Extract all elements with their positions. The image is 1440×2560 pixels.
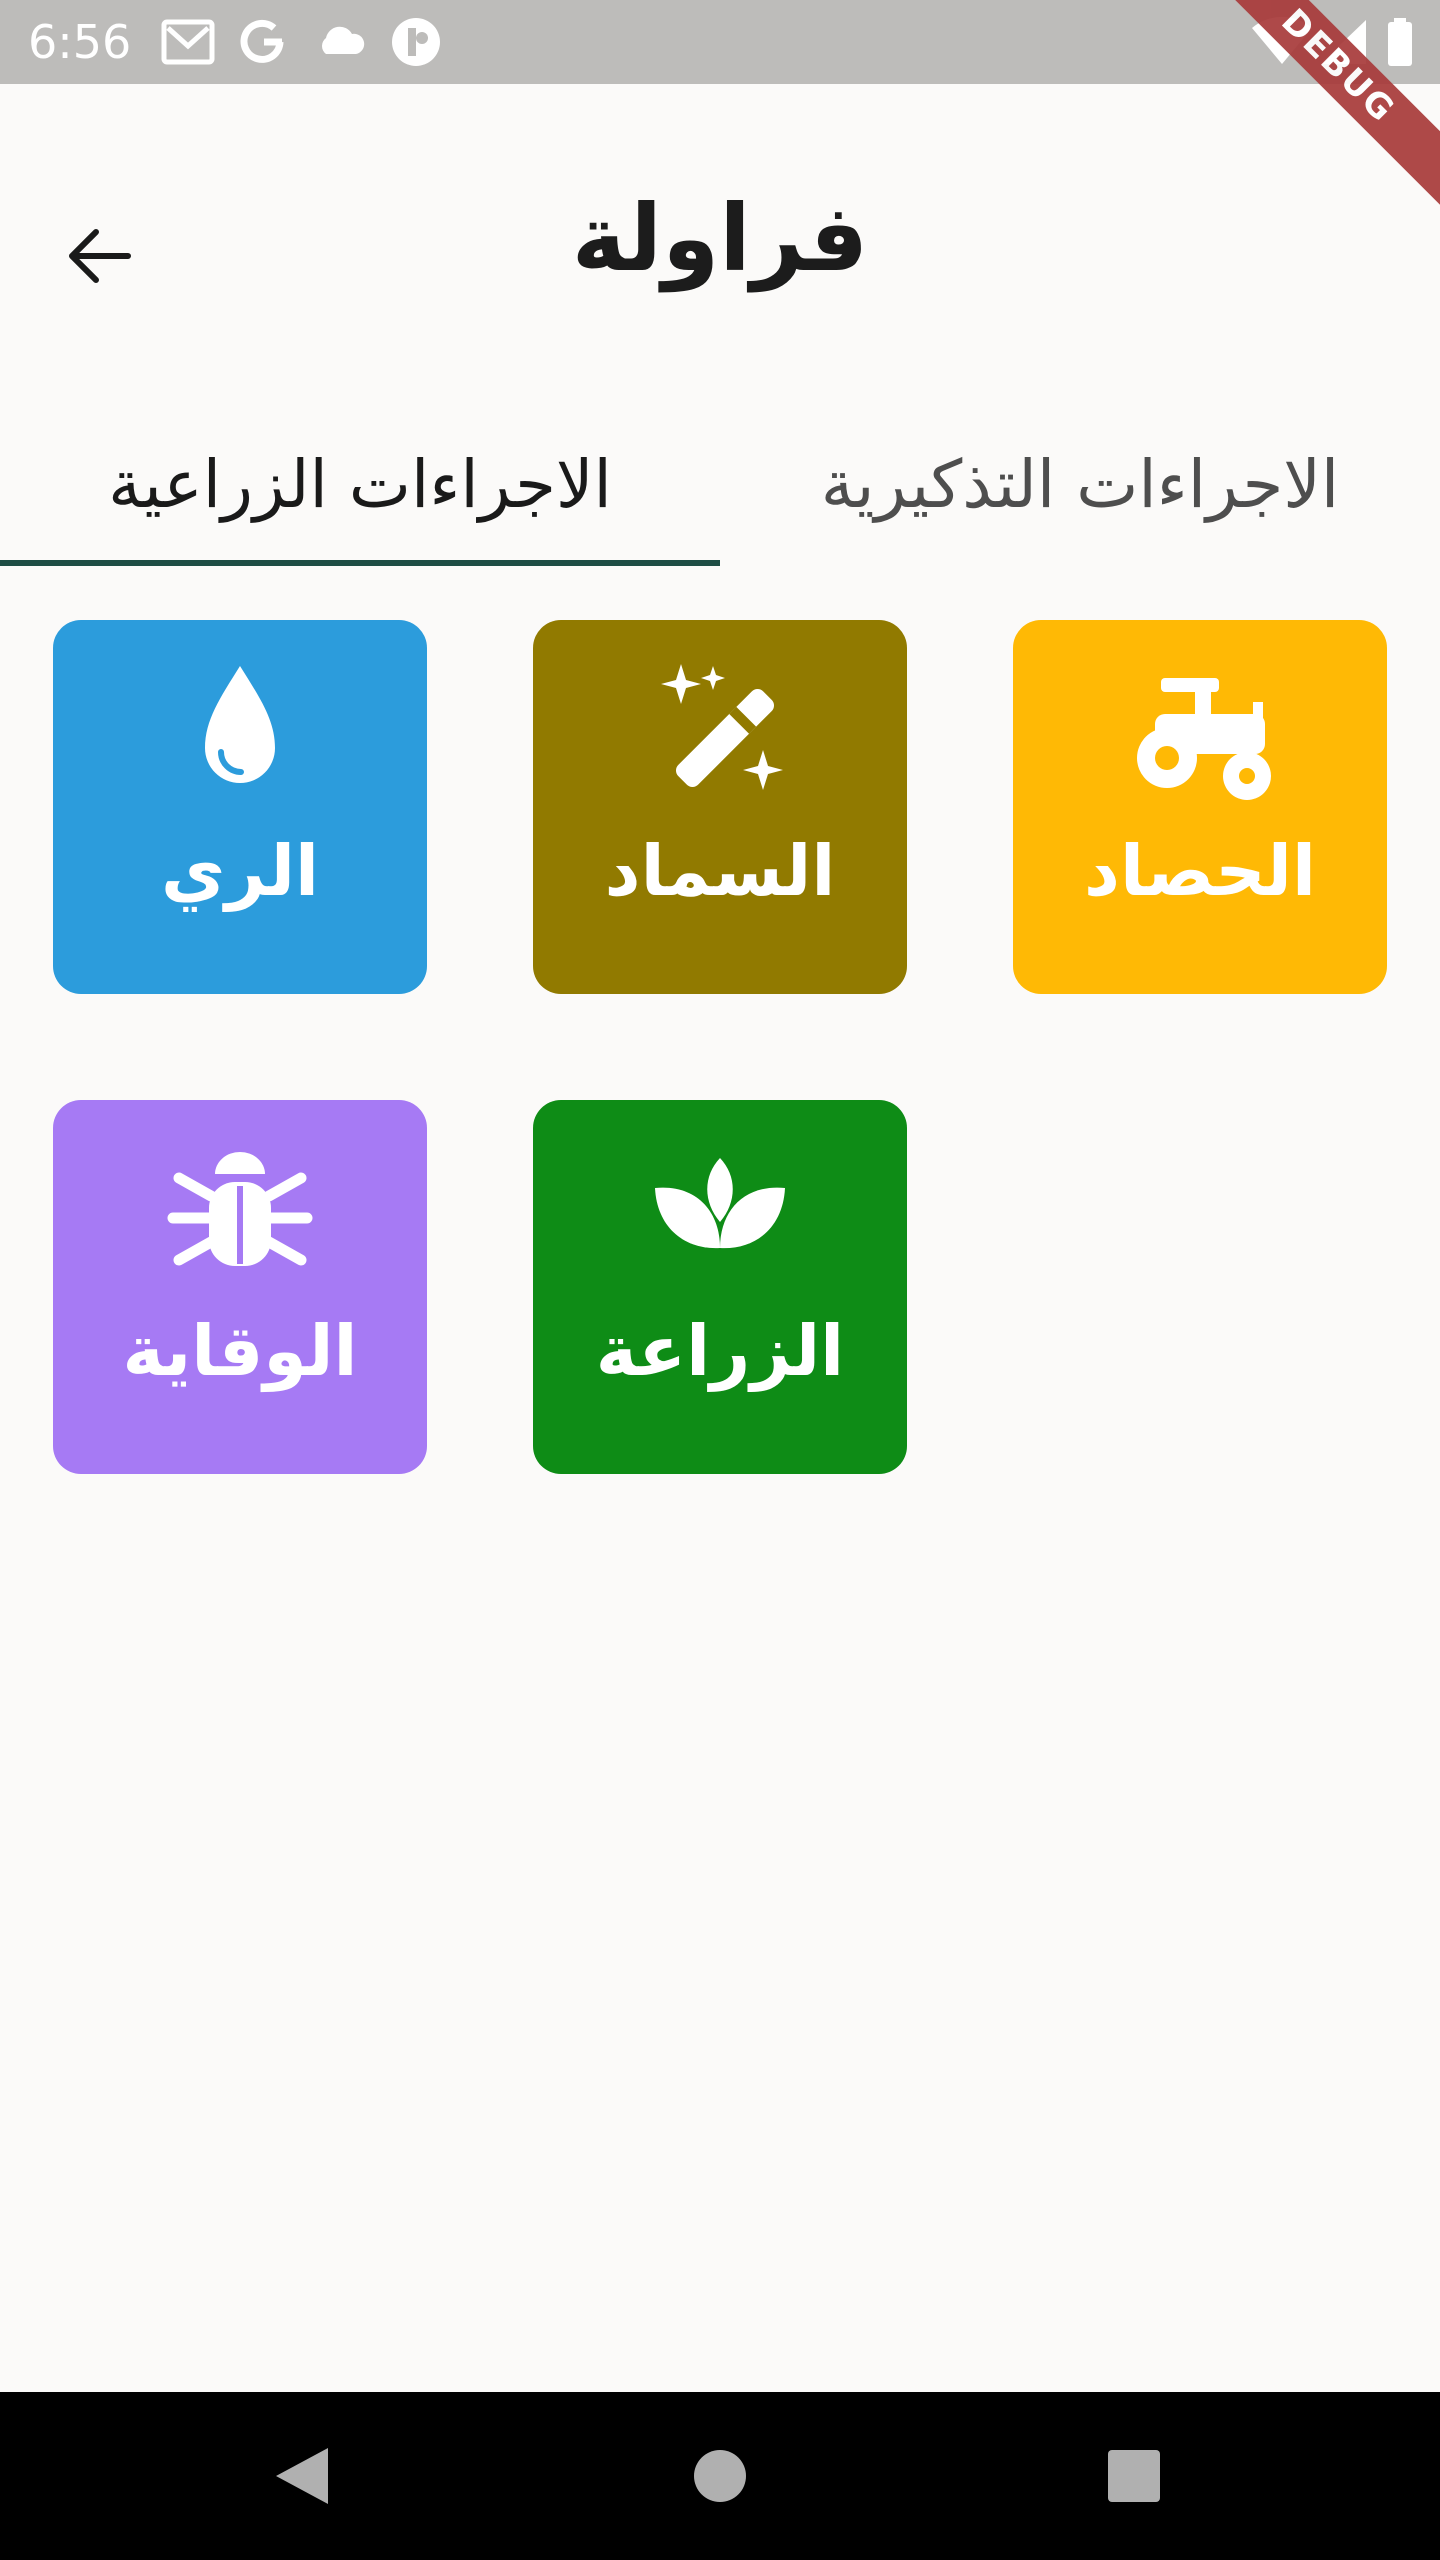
page-title: فراولة xyxy=(571,185,869,292)
app-bar: فراولة xyxy=(0,84,1440,400)
tile-planting[interactable]: الزراعة xyxy=(533,1100,907,1474)
bug-icon xyxy=(167,1152,313,1266)
plant-icon xyxy=(655,1158,785,1249)
app-icon xyxy=(392,18,440,66)
tab-reminder-actions[interactable]: الاجراءات التذكيرية xyxy=(720,400,1440,570)
battery-icon xyxy=(1388,18,1412,66)
google-icon xyxy=(240,19,284,63)
back-triangle-icon[interactable] xyxy=(262,2436,342,2516)
tile-fertilizer[interactable]: السماد xyxy=(533,620,907,994)
water-drop-icon xyxy=(205,666,275,783)
status-time: 6:56 xyxy=(28,15,132,69)
tile-label: الزراعة xyxy=(595,1310,845,1392)
system-nav-bar xyxy=(0,2392,1440,2560)
magic-wand-icon xyxy=(661,664,783,790)
cloud-icon xyxy=(322,26,365,54)
tractor-icon xyxy=(1137,678,1271,800)
tile-label: الوقاية xyxy=(122,1310,358,1392)
recents-square-icon[interactable] xyxy=(1094,2436,1174,2516)
tile-protection[interactable]: الوقاية xyxy=(53,1100,427,1474)
tile-harvest[interactable]: الحصاد xyxy=(1013,620,1387,994)
tile-irrigation[interactable]: الري xyxy=(53,620,427,994)
tile-label: الري xyxy=(161,830,319,912)
tab-bar: الاجراءات الزراعية الاجراءات التذكيرية xyxy=(0,400,1440,570)
tab-agricultural-actions[interactable]: الاجراءات الزراعية xyxy=(0,400,720,570)
gmail-icon xyxy=(161,19,215,65)
tile-label: الحصاد xyxy=(1084,830,1316,912)
home-circle-icon[interactable] xyxy=(680,2436,760,2516)
status-bar: 6:56 DEBUG xyxy=(0,0,1440,212)
tab-indicator xyxy=(0,560,720,566)
tile-label: السماد xyxy=(604,830,836,912)
